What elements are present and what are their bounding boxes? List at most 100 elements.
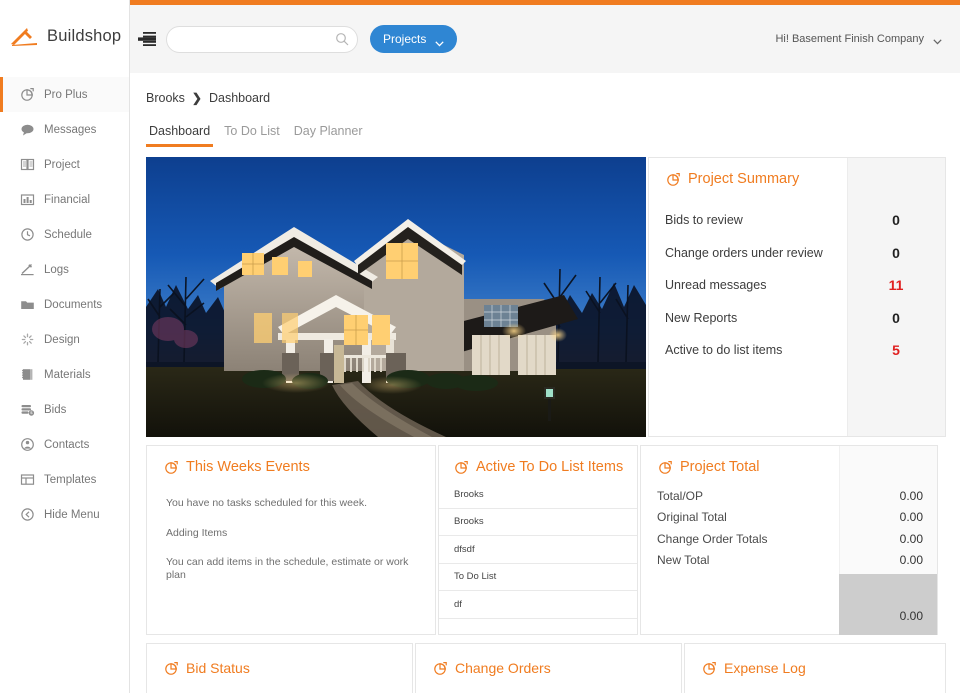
list-item[interactable]: Brooks: [439, 481, 637, 509]
total-row-label: New Total: [657, 553, 710, 568]
dashboard-grid: Project Summary Bids to review 0 Change …: [146, 157, 946, 693]
sidebar-item-contacts[interactable]: Contacts: [0, 427, 129, 462]
brand-logo[interactable]: Buildshop: [0, 0, 129, 73]
breadcrumb-current: Dashboard: [208, 91, 271, 105]
pie-chart-icon: [20, 87, 35, 102]
project-total-rows: Total/OP 0.00 Original Total 0.00 Change…: [641, 485, 937, 571]
pie-chart-icon: [433, 661, 448, 676]
page-content: Brooks ❯ Dashboard Dashboard To Do List …: [130, 73, 960, 693]
pie-chart-icon: [164, 661, 179, 676]
pie-chart-icon: [454, 460, 469, 475]
week-events-line: Adding Items: [166, 526, 228, 539]
person-icon: [20, 437, 35, 452]
sidebar-item-project[interactable]: Project: [0, 147, 129, 182]
bid-status-title-row: Bid Status: [147, 644, 412, 676]
total-row: Total/OP 0.00: [641, 485, 937, 507]
week-events-panel: This Weeks Events You have no tasks sche…: [146, 445, 436, 635]
pencil-icon: [20, 262, 35, 277]
total-row: New Total 0.00: [641, 550, 937, 572]
dashboard-row-1: Project Summary Bids to review 0 Change …: [146, 157, 946, 437]
sidebar: Buildshop Pro Plus Messages Project Fina…: [0, 0, 130, 693]
main-area: Projects Hi! Basement Finish Company Bro…: [130, 0, 960, 693]
project-summary-rows: Bids to review 0 Change orders under rev…: [649, 204, 945, 367]
tab-bar: Dashboard To Do List Day Planner: [146, 121, 944, 147]
pie-chart-icon: [658, 460, 673, 475]
summary-row-label: Bids to review: [665, 213, 743, 228]
panel-title-text: Project Summary: [688, 171, 800, 187]
sidebar-item-financial[interactable]: Financial: [0, 182, 129, 217]
projects-dropdown-button[interactable]: Projects: [370, 25, 458, 53]
panel-title-text: Change Orders: [455, 660, 551, 676]
sidebar-item-hide-menu[interactable]: Hide Menu: [0, 497, 129, 532]
sidebar-item-design[interactable]: Design: [0, 322, 129, 357]
total-row-value: 0.00: [899, 553, 923, 568]
list-item[interactable]: df: [439, 591, 637, 619]
hero-image: [146, 157, 646, 437]
sidebar-item-documents[interactable]: Documents: [0, 287, 129, 322]
list-item[interactable]: Brooks: [439, 509, 637, 536]
breadcrumb: Brooks ❯ Dashboard: [146, 73, 944, 105]
arrow-left-circle-icon: [20, 507, 35, 522]
total-row-label: Change Order Totals: [657, 531, 768, 546]
chevron-down-icon: [435, 36, 445, 47]
sidebar-item-logs[interactable]: Logs: [0, 252, 129, 287]
book-icon: [20, 157, 35, 172]
total-row-label: Original Total: [657, 510, 727, 525]
clock-icon: [20, 227, 35, 242]
layout-icon: [20, 472, 35, 487]
sidebar-nav: Pro Plus Messages Project Financial Sche…: [0, 73, 129, 532]
sidebar-item-messages[interactable]: Messages: [0, 112, 129, 147]
tab-to-do-list[interactable]: To Do List: [221, 124, 283, 147]
tab-day-planner[interactable]: Day Planner: [291, 124, 366, 147]
sidebar-item-label: Hide Menu: [44, 508, 100, 521]
summary-row-value: 11: [888, 277, 904, 294]
sidebar-item-pro-plus[interactable]: Pro Plus: [0, 77, 129, 112]
active-todo-panel: Active To Do List Items Brooks Brooks df…: [438, 445, 638, 635]
app-root: Buildshop Pro Plus Messages Project Fina…: [0, 0, 960, 693]
summary-row: Unread messages 11: [649, 269, 945, 302]
total-row-value: 0.00: [899, 531, 923, 546]
active-todo-title-row: Active To Do List Items: [439, 446, 637, 475]
pie-chart-icon: [666, 172, 681, 187]
sidebar-item-materials[interactable]: Materials: [0, 357, 129, 392]
total-row-label: Total/OP: [657, 488, 704, 503]
pie-chart-icon: [164, 460, 179, 475]
breadcrumb-parent[interactable]: Brooks: [146, 91, 185, 105]
search-input[interactable]: [166, 25, 358, 53]
account-menu[interactable]: Hi! Basement Finish Company: [775, 33, 942, 45]
top-bar: Projects Hi! Basement Finish Company: [130, 5, 960, 73]
account-label: Hi! Basement Finish Company: [775, 33, 924, 45]
change-orders-title-row: Change Orders: [416, 644, 681, 676]
menu-indent-icon[interactable]: [138, 31, 158, 47]
search-box: [166, 25, 358, 53]
dashboard-row-3: Bid Status Change Orders Expense Log: [146, 643, 946, 693]
summary-row-label: Active to do list items: [665, 343, 783, 358]
summary-row: Active to do list items 5: [649, 334, 945, 367]
summary-row: Bids to review 0: [649, 204, 945, 237]
grand-total-value: 0.00: [899, 609, 923, 623]
todo-item-list: Brooks Brooks dfsdf To Do List df: [439, 481, 637, 619]
total-row: Change Order Totals 0.00: [641, 528, 937, 550]
week-events-line: You have no tasks scheduled for this wee…: [166, 497, 367, 509]
sidebar-item-label: Contacts: [44, 438, 90, 451]
bar-chart-icon: [20, 192, 35, 207]
summary-row-value: 5: [892, 342, 900, 359]
sidebar-item-templates[interactable]: Templates: [0, 462, 129, 497]
summary-row-label: New Reports: [665, 310, 738, 325]
sidebar-item-bids[interactable]: $ Bids: [0, 392, 129, 427]
list-item[interactable]: dfsdf: [439, 536, 637, 564]
summary-row-label: Change orders under review: [665, 245, 823, 260]
folder-icon: [20, 297, 35, 312]
sidebar-item-label: Materials: [44, 368, 91, 381]
total-row: Original Total 0.00: [641, 507, 937, 529]
sidebar-item-label: Messages: [44, 123, 97, 136]
expense-log-title-row: Expense Log: [685, 644, 945, 676]
tab-dashboard[interactable]: Dashboard: [146, 124, 214, 147]
sidebar-item-schedule[interactable]: Schedule: [0, 217, 129, 252]
list-item[interactable]: To Do List: [439, 564, 637, 591]
notebook-icon: [20, 367, 35, 382]
sidebar-item-label: Logs: [44, 263, 69, 276]
dashboard-row-2: This Weeks Events You have no tasks sche…: [146, 445, 944, 635]
panel-title-text: This Weeks Events: [186, 459, 310, 475]
total-row-value: 0.00: [899, 488, 923, 503]
